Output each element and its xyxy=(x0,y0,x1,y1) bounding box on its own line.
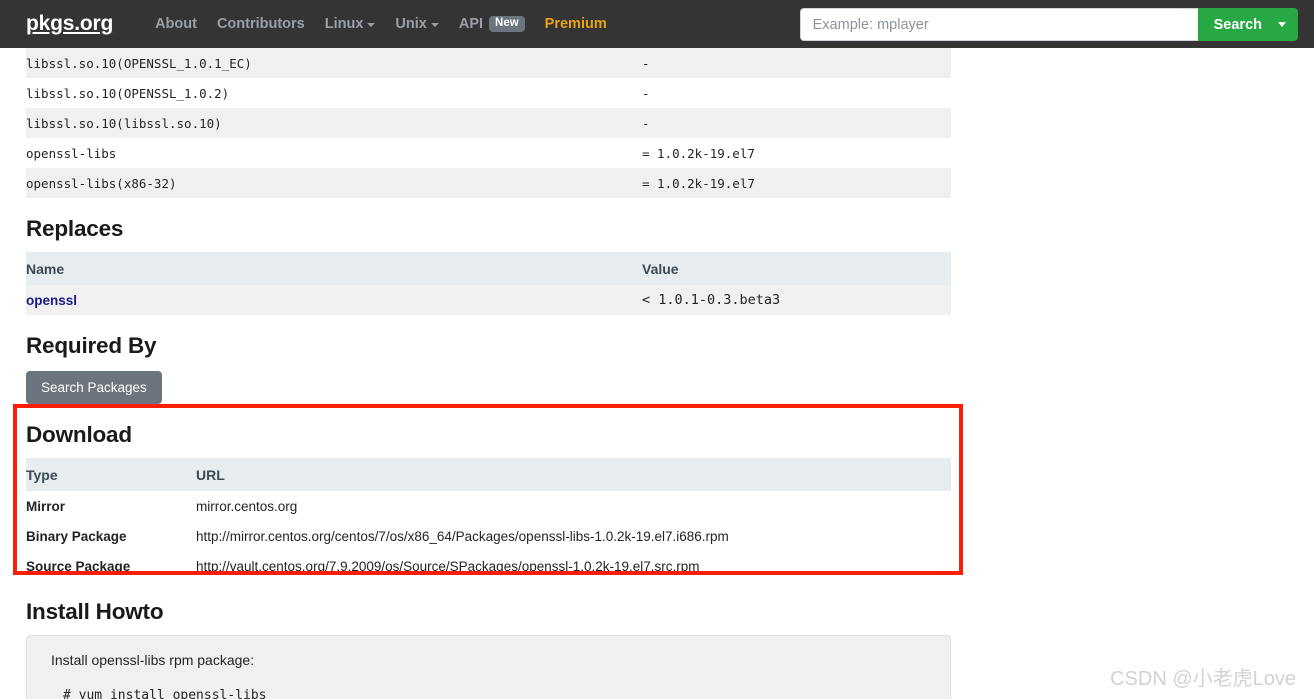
replaces-table-body: openssl < 1.0.1-0.3.beta3 xyxy=(26,285,951,315)
table-row: Mirror mirror.centos.org xyxy=(26,491,951,521)
nav-label-premium: Premium xyxy=(544,16,607,32)
nav-label-contributors: Contributors xyxy=(216,16,305,32)
replaces-name-cell: openssl xyxy=(26,285,642,315)
column-header-url: URL xyxy=(196,458,951,491)
search-packages-button[interactable]: Search Packages xyxy=(26,371,162,404)
download-url[interactable]: http://mirror.centos.org/centos/7/os/x86… xyxy=(196,521,951,551)
provides-name: libssl.so.10(OPENSSL_1.0.1_EC) xyxy=(26,48,642,78)
provides-value: = 1.0.2k-19.el7 xyxy=(642,138,951,168)
provides-value: = 1.0.2k-19.el7 xyxy=(642,168,951,198)
replaces-title: Replaces xyxy=(26,216,124,241)
replaces-section: Replaces Name Value openssl < 1.0.1-0.3.… xyxy=(26,216,951,315)
nav-item-linux[interactable]: Linux xyxy=(325,16,376,32)
download-type: Mirror xyxy=(26,491,196,521)
nav-label-unix: Unix xyxy=(395,16,427,32)
install-howto-description: Install openssl-libs rpm package: xyxy=(51,652,255,668)
search-input[interactable] xyxy=(799,8,1198,41)
download-type: Source Package xyxy=(26,551,196,581)
package-link-openssl[interactable]: openssl xyxy=(26,293,77,308)
table-header-row: Name Value xyxy=(26,252,951,285)
nav-label-api: API xyxy=(458,16,484,32)
required-by-title: Required By xyxy=(26,333,157,358)
replaces-table: Name Value openssl < 1.0.1-0.3.beta3 xyxy=(26,252,951,315)
table-header-row: Type URL xyxy=(26,458,951,491)
table-row: Binary Package http://mirror.centos.org/… xyxy=(26,521,951,551)
provides-name: libssl.so.10(OPENSSL_1.0.2) xyxy=(26,78,642,108)
nav-item-premium[interactable]: Premium xyxy=(545,16,607,32)
download-title: Download xyxy=(26,422,132,447)
install-howto-section: Install Howto Install openssl-libs rpm p… xyxy=(26,599,951,699)
download-table: Type URL Mirror mirror.centos.org Binary… xyxy=(26,458,951,581)
download-url[interactable]: http://vault.centos.org/7.9.2009/os/Sour… xyxy=(196,551,951,581)
search-button[interactable]: Search xyxy=(1197,8,1298,41)
search-button-label: Search xyxy=(1213,16,1262,33)
table-row: libssl.so.10(libssl.so.10) - xyxy=(26,108,951,138)
site-logo[interactable]: pkgs.org xyxy=(26,12,113,36)
download-table-head: Type URL xyxy=(26,458,951,491)
install-howto-title: Install Howto xyxy=(26,599,164,624)
provides-name: libssl.so.10(libssl.so.10) xyxy=(26,108,642,138)
nav-label-linux: Linux xyxy=(324,16,364,32)
nav-item-unix[interactable]: Unix xyxy=(395,16,439,32)
watermark-text: CSDN @小老虎Love xyxy=(1110,668,1296,690)
top-navbar: pkgs.org About Contributors Linux Unix A… xyxy=(0,0,1314,48)
provides-value: - xyxy=(642,78,951,108)
download-type: Binary Package xyxy=(26,521,196,551)
chevron-down-icon xyxy=(367,23,376,27)
nav-item-contributors[interactable]: Contributors xyxy=(217,16,305,32)
provides-value: - xyxy=(642,108,951,138)
provides-value: - xyxy=(642,48,951,78)
download-section: Download Type URL Mirror mirror.centos.o… xyxy=(26,422,951,581)
column-header-type: Type xyxy=(26,458,196,491)
download-url[interactable]: mirror.centos.org xyxy=(196,491,951,521)
provides-table-body: libssl.so.10(OPENSSL_1.0.1_EC) - libssl.… xyxy=(26,48,951,198)
page-root: pkgs.org About Contributors Linux Unix A… xyxy=(0,0,1314,699)
main-nav: About Contributors Linux Unix API New Pr… xyxy=(155,15,607,33)
new-badge: New xyxy=(489,15,525,33)
nav-item-about[interactable]: About xyxy=(155,16,197,32)
table-row: libssl.so.10(OPENSSL_1.0.2) - xyxy=(26,78,951,108)
table-row: Source Package http://vault.centos.org/7… xyxy=(26,551,951,581)
chevron-down-icon xyxy=(1278,22,1286,27)
replaces-value-cell: < 1.0.1-0.3.beta3 xyxy=(642,285,951,315)
table-row: openssl < 1.0.1-0.3.beta3 xyxy=(26,285,951,315)
provides-name: openssl-libs xyxy=(26,138,642,168)
table-row: libssl.so.10(OPENSSL_1.0.1_EC) - xyxy=(26,48,951,78)
provides-table: libssl.so.10(OPENSSL_1.0.1_EC) - libssl.… xyxy=(26,48,951,198)
table-row: openssl-libs = 1.0.2k-19.el7 xyxy=(26,138,951,168)
column-header-value: Value xyxy=(642,252,951,285)
table-row: openssl-libs(x86-32) = 1.0.2k-19.el7 xyxy=(26,168,951,198)
replaces-table-head: Name Value xyxy=(26,252,951,285)
install-howto-box: Install openssl-libs rpm package: # yum … xyxy=(26,635,951,699)
nav-label-about: About xyxy=(155,16,197,32)
provides-table-section: libssl.so.10(OPENSSL_1.0.1_EC) - libssl.… xyxy=(26,48,951,198)
provides-name: openssl-libs(x86-32) xyxy=(26,168,642,198)
nav-item-api[interactable]: API New xyxy=(458,15,525,33)
page-content: libssl.so.10(OPENSSL_1.0.1_EC) - libssl.… xyxy=(0,48,1314,699)
install-howto-command: # yum install openssl-libs xyxy=(63,688,267,699)
download-table-body: Mirror mirror.centos.org Binary Package … xyxy=(26,491,951,581)
search-form: Search xyxy=(799,8,1298,41)
required-by-section: Required By Search Packages xyxy=(26,333,951,404)
column-header-name: Name xyxy=(26,252,642,285)
chevron-down-icon xyxy=(430,23,439,27)
